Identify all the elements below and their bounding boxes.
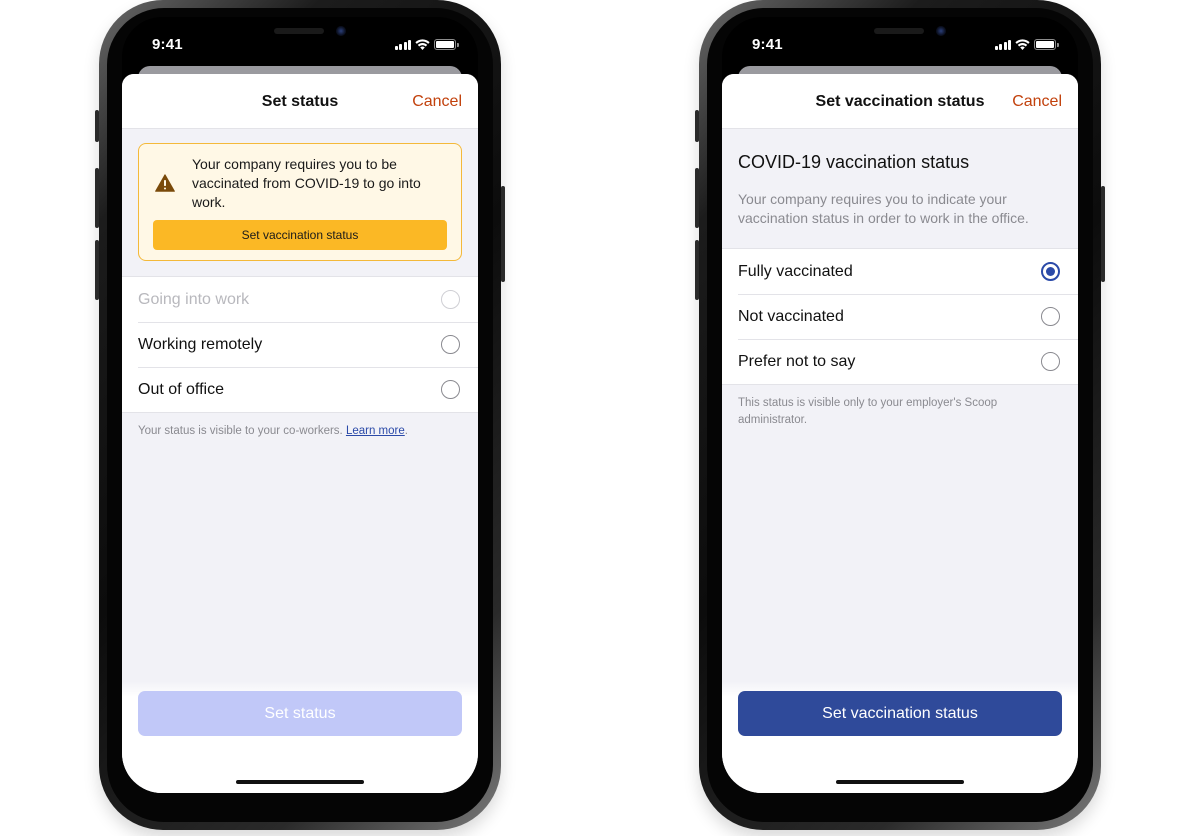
option-prefer-not-to-say[interactable]: Prefer not to say <box>722 339 1078 384</box>
option-fully-vaccinated[interactable]: Fully vaccinated <box>722 249 1078 294</box>
set-vaccination-status-sheet: Set vaccination status Cancel COVID-19 v… <box>722 74 1078 793</box>
option-going-into-work[interactable]: Going into work <box>122 277 478 322</box>
footnote-suffix: . <box>404 425 408 437</box>
option-label: Out of office <box>138 381 224 398</box>
silent-switch <box>695 110 699 142</box>
power-button <box>1101 186 1105 282</box>
phone-right: 9:41 Set vaccination status Cancel COVID… <box>695 0 1105 830</box>
volume-down-button <box>695 240 699 300</box>
vaccination-alert: Your company requires you to be vaccinat… <box>138 143 462 261</box>
vaccination-header: COVID-19 vaccination status Your company… <box>722 129 1078 248</box>
status-time: 9:41 <box>752 36 783 53</box>
radio-button[interactable] <box>441 380 460 399</box>
volume-up-button <box>95 168 99 228</box>
front-camera <box>336 26 346 36</box>
cancel-button[interactable]: Cancel <box>412 93 462 111</box>
phone-left: 9:41 Set status Cancel Your company requ… <box>95 0 505 830</box>
section-subtext: Your company requires you to indicate yo… <box>738 191 1029 226</box>
set-status-button[interactable]: Set status <box>138 691 462 736</box>
option-working-remotely[interactable]: Working remotely <box>122 322 478 367</box>
radio-button[interactable] <box>1041 352 1060 371</box>
option-not-vaccinated[interactable]: Not vaccinated <box>722 294 1078 339</box>
nav-bar: Set vaccination status Cancel <box>722 74 1078 129</box>
bottom-action-area: Set vaccination status <box>722 681 1078 793</box>
set-vaccination-status-button[interactable]: Set vaccination status <box>738 691 1062 736</box>
footnote-text: Your status is visible to your co-worker… <box>138 425 346 437</box>
cancel-button[interactable]: Cancel <box>1012 93 1062 111</box>
option-out-of-office[interactable]: Out of office <box>122 367 478 412</box>
vaccination-footnote: This status is visible only to your empl… <box>738 397 998 426</box>
section-heading: COVID-19 vaccination status <box>738 152 970 172</box>
battery-icon <box>434 39 459 50</box>
option-label: Not vaccinated <box>738 308 844 325</box>
learn-more-link[interactable]: Learn more <box>346 425 405 437</box>
volume-down-button <box>95 240 99 300</box>
option-label: Working remotely <box>138 336 263 353</box>
vaccination-options-list: Fully vaccinated Not vaccinated Prefer n… <box>722 248 1078 385</box>
radio-button[interactable] <box>441 290 460 309</box>
set-vaccination-status-button[interactable]: Set vaccination status <box>153 220 447 250</box>
home-indicator[interactable] <box>236 780 364 784</box>
front-camera <box>936 26 946 36</box>
status-footnote: Your status is visible to your co-worker… <box>122 413 478 440</box>
notch-speaker <box>274 28 324 34</box>
bottom-action-area: Set status <box>122 681 478 793</box>
silent-switch <box>95 110 99 142</box>
status-bar: 9:41 <box>122 17 478 65</box>
warning-triangle-icon <box>155 174 175 192</box>
volume-up-button <box>695 168 699 228</box>
screen: 9:41 Set status Cancel Your company requ… <box>122 17 478 793</box>
radio-button[interactable] <box>441 335 460 354</box>
option-label: Going into work <box>138 291 250 308</box>
cellular-signal-icon <box>394 39 411 50</box>
status-time: 9:41 <box>152 36 183 53</box>
status-options-list: Going into work Working remotely Out of … <box>122 276 478 413</box>
cellular-signal-icon <box>994 39 1011 50</box>
status-bar: 9:41 <box>722 17 1078 65</box>
set-status-sheet: Set status Cancel Your company requires … <box>122 74 478 793</box>
option-label: Fully vaccinated <box>738 263 853 280</box>
notch-speaker <box>874 28 924 34</box>
screen: 9:41 Set vaccination status Cancel COVID… <box>722 17 1078 793</box>
option-label: Prefer not to say <box>738 353 856 370</box>
radio-button-selected[interactable] <box>1041 262 1060 281</box>
radio-button[interactable] <box>1041 307 1060 326</box>
battery-icon <box>1034 39 1059 50</box>
home-indicator[interactable] <box>836 780 964 784</box>
wifi-icon <box>1015 39 1030 50</box>
power-button <box>501 186 505 282</box>
nav-bar: Set status Cancel <box>122 74 478 129</box>
alert-message: Your company requires you to be vaccinat… <box>192 156 421 210</box>
wifi-icon <box>415 39 430 50</box>
